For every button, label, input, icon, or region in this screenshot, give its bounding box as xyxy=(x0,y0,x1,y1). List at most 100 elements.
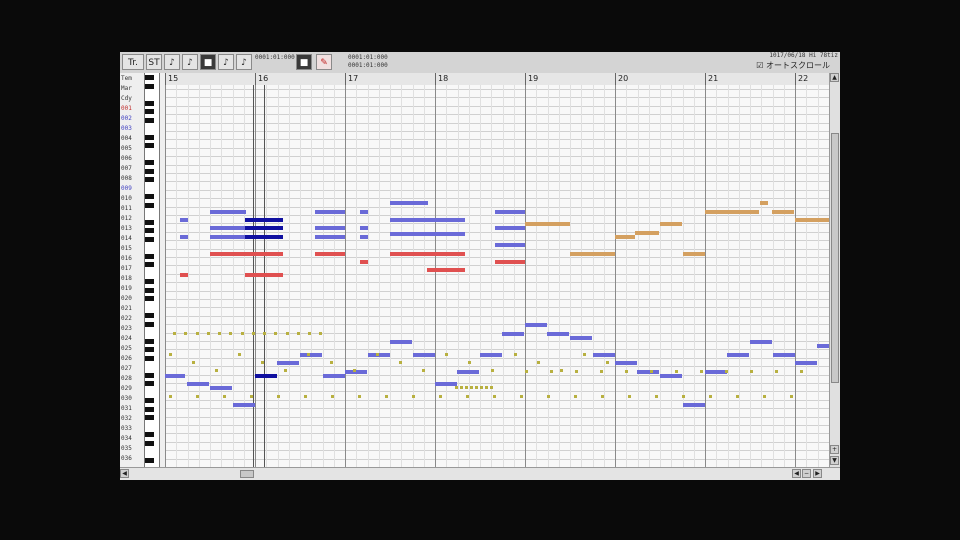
track-button[interactable]: Tr. xyxy=(122,54,144,70)
note-block[interactable] xyxy=(495,243,525,247)
note-block[interactable] xyxy=(795,218,829,222)
note-block[interactable] xyxy=(660,374,682,378)
black-key[interactable] xyxy=(145,168,154,174)
track-item-032[interactable]: 032 xyxy=(120,415,145,423)
note-block[interactable] xyxy=(637,370,659,374)
black-key[interactable] xyxy=(145,415,154,420)
track-item-025[interactable]: 025 xyxy=(120,345,145,353)
note-block[interactable] xyxy=(660,222,682,226)
track-item-026[interactable]: 026 xyxy=(120,355,145,363)
event-marker[interactable] xyxy=(480,386,483,389)
black-key[interactable] xyxy=(145,236,154,242)
event-marker[interactable] xyxy=(353,369,356,372)
event-marker[interactable] xyxy=(700,370,703,373)
event-marker[interactable] xyxy=(173,332,176,335)
track-item-009[interactable]: 009 xyxy=(120,185,145,193)
event-marker[interactable] xyxy=(470,386,473,389)
scroll-up-icon[interactable]: ▲ xyxy=(830,73,839,82)
note-block[interactable] xyxy=(245,218,283,222)
note-block[interactable] xyxy=(390,252,465,256)
black-key[interactable] xyxy=(145,398,154,403)
track-item-015[interactable]: 015 xyxy=(120,245,145,253)
track-item-012[interactable]: 012 xyxy=(120,215,145,223)
event-marker[interactable] xyxy=(319,332,322,335)
event-marker[interactable] xyxy=(196,332,199,335)
note-block[interactable] xyxy=(390,232,465,236)
track-item-024[interactable]: 024 xyxy=(120,335,145,343)
event-marker[interactable] xyxy=(675,370,678,373)
note-block[interactable] xyxy=(245,235,283,239)
track-item-029[interactable]: 029 xyxy=(120,385,145,393)
track-item-003[interactable]: 003 xyxy=(120,125,145,133)
note-block[interactable] xyxy=(180,218,188,222)
event-marker[interactable] xyxy=(601,395,604,398)
event-marker[interactable] xyxy=(491,369,494,372)
note-block[interactable] xyxy=(315,252,345,256)
note-block[interactable] xyxy=(570,336,592,340)
event-marker[interactable] xyxy=(725,370,728,373)
event-marker[interactable] xyxy=(800,370,803,373)
event-marker[interactable] xyxy=(468,361,471,364)
track-item-023[interactable]: 023 xyxy=(120,325,145,333)
event-marker[interactable] xyxy=(250,395,253,398)
black-key[interactable] xyxy=(145,253,154,259)
black-key[interactable] xyxy=(145,279,154,284)
note-block[interactable] xyxy=(593,353,615,357)
black-key[interactable] xyxy=(145,440,154,446)
black-key[interactable] xyxy=(145,109,154,114)
event-marker[interactable] xyxy=(399,361,402,364)
stop-button[interactable]: ■ xyxy=(296,54,312,70)
event-marker[interactable] xyxy=(307,353,310,356)
track-item-tem[interactable]: Tem xyxy=(120,75,145,83)
note-block[interactable] xyxy=(727,353,749,357)
event-marker[interactable] xyxy=(223,395,226,398)
event-marker[interactable] xyxy=(308,332,311,335)
note-block[interactable] xyxy=(750,340,772,344)
event-marker[interactable] xyxy=(514,353,517,356)
black-key[interactable] xyxy=(145,338,154,344)
track-item-028[interactable]: 028 xyxy=(120,375,145,383)
track-item-035[interactable]: 035 xyxy=(120,445,145,453)
track-item-001[interactable]: 001 xyxy=(120,105,145,113)
black-key[interactable] xyxy=(145,262,154,267)
track-item-020[interactable]: 020 xyxy=(120,295,145,303)
event-marker[interactable] xyxy=(475,386,478,389)
quantize-button[interactable]: ♪ xyxy=(218,54,234,70)
track-item-027[interactable]: 027 xyxy=(120,365,145,373)
event-marker[interactable] xyxy=(560,369,563,372)
event-marker[interactable] xyxy=(252,332,255,335)
track-item-031[interactable]: 031 xyxy=(120,405,145,413)
event-marker[interactable] xyxy=(422,369,425,372)
black-key[interactable] xyxy=(145,355,154,361)
event-marker[interactable] xyxy=(650,370,653,373)
horizontal-scroll-thumb[interactable] xyxy=(240,470,254,478)
note-block[interactable] xyxy=(323,374,345,378)
note-block[interactable] xyxy=(300,353,322,357)
black-key[interactable] xyxy=(145,177,154,182)
note-block[interactable] xyxy=(277,361,299,365)
horizontal-scrollbar[interactable]: ◀ ◀ − ▶ xyxy=(120,467,840,480)
track-item-017[interactable]: 017 xyxy=(120,265,145,273)
black-key[interactable] xyxy=(145,202,154,208)
note-block[interactable] xyxy=(547,332,569,336)
note-block[interactable] xyxy=(345,370,367,374)
event-marker[interactable] xyxy=(775,370,778,373)
event-marker[interactable] xyxy=(263,332,266,335)
select-tool-button[interactable]: ■ xyxy=(200,54,216,70)
note-block[interactable] xyxy=(210,386,232,390)
event-marker[interactable] xyxy=(455,386,458,389)
note-block[interactable] xyxy=(390,218,465,222)
note-block[interactable] xyxy=(705,370,727,374)
black-key[interactable] xyxy=(145,406,154,412)
note-block[interactable] xyxy=(795,361,817,365)
note-block[interactable] xyxy=(390,201,428,205)
black-key[interactable] xyxy=(145,347,154,352)
note-block[interactable] xyxy=(245,226,283,230)
note-block[interactable] xyxy=(233,403,255,407)
piano-keyboard[interactable] xyxy=(144,73,160,467)
event-marker[interactable] xyxy=(550,370,553,373)
event-marker[interactable] xyxy=(218,332,221,335)
event-marker[interactable] xyxy=(330,361,333,364)
event-marker[interactable] xyxy=(493,395,496,398)
note-block[interactable] xyxy=(495,210,525,214)
